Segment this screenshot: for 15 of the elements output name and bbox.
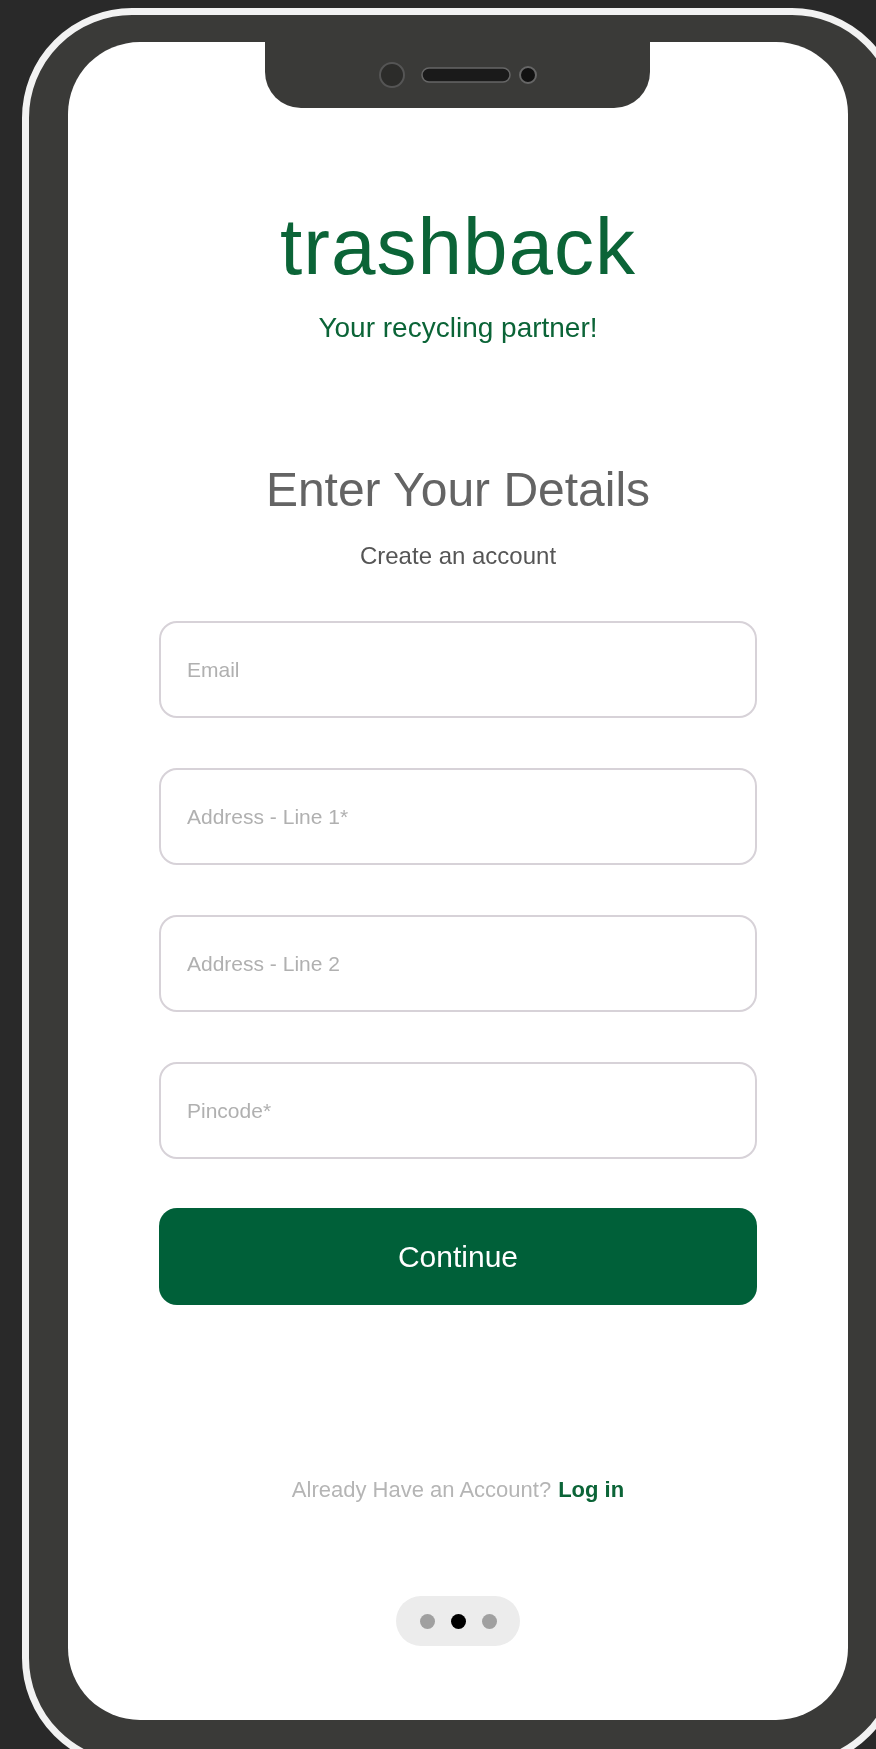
page-subheading: Create an account (359, 541, 557, 571)
app-tagline: Your recycling partner! (318, 311, 598, 345)
page-dot[interactable] (450, 1613, 466, 1629)
input-field[interactable]: Email (159, 621, 757, 718)
app-logo: trashback (280, 202, 636, 292)
login-link[interactable]: Log in (558, 1475, 625, 1505)
input-field[interactable]: Address - Line 1* (159, 768, 757, 865)
page-dot[interactable] (419, 1613, 435, 1629)
input-field[interactable]: Pincode* (159, 1062, 757, 1159)
camera-icon (377, 61, 538, 89)
page-heading: Enter Your Details (265, 462, 651, 518)
continue-button[interactable]: Continue (159, 1208, 757, 1305)
input-field[interactable]: Address - Line 2 (159, 915, 757, 1012)
login-prompt: Already Have an Account? (291, 1476, 552, 1504)
page-dot[interactable] (481, 1613, 497, 1629)
